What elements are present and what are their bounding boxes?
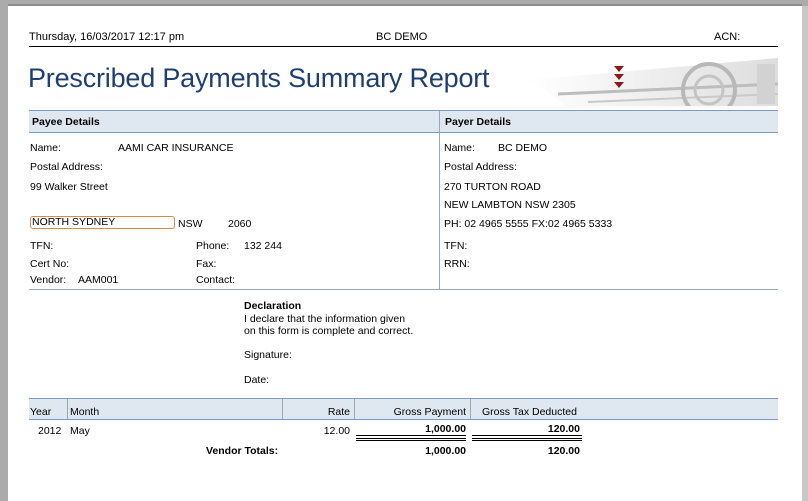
payee-section-title: Payee Details	[32, 116, 100, 128]
payer-street: 270 TURTON ROAD	[444, 181, 541, 193]
details-divider	[439, 111, 440, 289]
payment-subtotal-rule	[356, 435, 466, 436]
payment-double-rule	[356, 438, 466, 441]
payee-cert-label: Cert No:	[30, 258, 70, 270]
row-gross-payment: 1,000.00	[425, 423, 466, 435]
payee-name-label: Name:	[30, 142, 61, 154]
payee-street: 99 Walker Street	[30, 181, 108, 193]
col-divider-rate	[354, 399, 355, 419]
row-month: May	[70, 425, 90, 437]
payee-postal-label: Postal Address:	[30, 161, 103, 173]
row-year: 2012	[38, 425, 62, 437]
payee-phone-label: Phone:	[196, 240, 230, 252]
totals-gross-payment: 1,000.00	[425, 445, 466, 457]
date-label: Date:	[244, 374, 270, 386]
payer-postal-label: Postal Address:	[444, 161, 517, 173]
payee-contact-label: Contact:	[196, 274, 236, 286]
payer-tfn-label: TFN:	[444, 240, 468, 252]
payee-phone: 132 244	[244, 240, 282, 252]
declaration-heading: Declaration	[244, 300, 302, 312]
details-header-band	[29, 110, 778, 133]
report-logo-graphic	[528, 58, 778, 106]
col-divider-month	[282, 399, 283, 419]
payer-name-label: Name:	[444, 142, 475, 154]
col-header-tax-deducted: Gross Tax Deducted	[482, 406, 577, 418]
header-rule	[29, 46, 778, 47]
details-bottom-rule	[29, 289, 778, 290]
tax-double-rule	[472, 438, 582, 441]
row-rate: 12.00	[323, 425, 350, 437]
payee-fax-label: Fax:	[196, 258, 217, 270]
report-title: Prescribed Payments Summary Report	[28, 63, 490, 93]
col-divider-payment	[470, 399, 471, 419]
col-header-gross-payment: Gross Payment	[393, 406, 466, 418]
col-header-rate: Rate	[327, 406, 350, 418]
payee-suburb: NORTH SYDNEY	[30, 216, 175, 229]
payer-section-title: Payer Details	[445, 116, 511, 128]
report-datetime: Thursday, 16/03/2017 12:17 pm	[29, 31, 185, 43]
totals-tax-deducted: 120.00	[547, 445, 580, 457]
declaration-line-1: I declare that the information given	[244, 313, 406, 325]
payee-vendor: AAM001	[78, 274, 119, 286]
col-header-month: Month	[70, 406, 100, 418]
payee-state: NSW	[178, 218, 203, 230]
vendor-totals-label: Vendor Totals:	[206, 445, 279, 457]
payee-postcode: 2060	[228, 218, 252, 230]
payee-name: AAMI CAR INSURANCE	[118, 142, 234, 154]
payer-suburb: NEW LAMBTON NSW 2305	[444, 199, 576, 211]
acn-label: ACN:	[714, 31, 741, 43]
payee-tfn-label: TFN:	[30, 240, 54, 252]
col-header-year: Year	[30, 406, 52, 418]
col-divider-year	[67, 399, 68, 419]
report-page: Thursday, 16/03/2017 12:17 pm BC DEMO AC…	[8, 6, 802, 501]
payer-phone-fax: PH: 02 4965 5555 FX:02 4965 5333	[444, 218, 613, 230]
payee-vendor-label: Vendor:	[30, 274, 67, 286]
signature-label: Signature:	[244, 349, 292, 361]
page-right-edge	[802, 6, 808, 501]
payer-name: BC DEMO	[498, 142, 548, 154]
row-tax-deducted: 120.00	[547, 423, 580, 435]
payer-rrn-label: RRN:	[444, 258, 470, 270]
report-company: BC DEMO	[376, 31, 428, 43]
tax-subtotal-rule	[472, 435, 582, 436]
declaration-line-2: on this form is complete and correct.	[244, 325, 414, 337]
